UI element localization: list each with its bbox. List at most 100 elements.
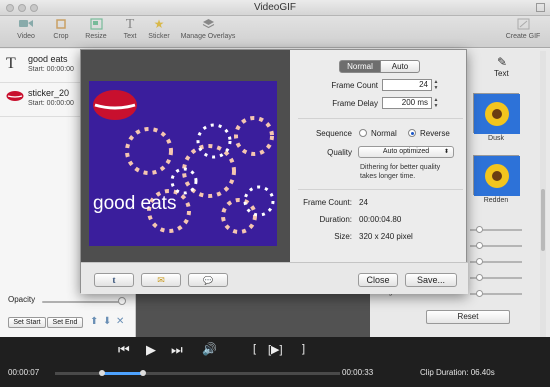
star-icon: ★ [153,17,165,31]
set-start-button[interactable]: Set Start [8,317,46,328]
preview-area: good eats [81,50,290,262]
sequence-label: Sequence [315,129,352,138]
toolbar-manage-overlays-button[interactable]: Manage Overlays [178,18,238,40]
select-arrows-icon: ⬍ [443,149,449,155]
selection-end-handle[interactable] [140,370,146,376]
set-out-point-button[interactable]: ] [302,343,305,355]
toolbar-text-button[interactable]: T Text [119,17,141,41]
lips-sticker-icon [6,89,24,107]
divider [298,189,463,190]
frame-count-label: Frame Count [331,81,378,90]
playback-bar: ⏮ ▶ ⏭ 🔊 [ [▶] ] 00:00:07 00:00:33 Clip D… [0,337,550,387]
text-icon: T [125,17,135,32]
mode-auto-tab[interactable]: Auto [380,60,420,73]
video-camera-icon [19,18,33,31]
filter-label-dusk: Dusk [488,135,504,142]
play-selection-button[interactable]: [▶] [268,343,283,356]
toolbar-sticker-button[interactable]: ★ Sticker [146,17,172,41]
adjust-slider-1-knob[interactable] [476,226,483,233]
frame-delay-field[interactable]: 200 ms [382,97,432,109]
info-duration-label: Duration: [319,215,352,224]
filter-thumb-redden[interactable] [473,155,520,196]
sequence-reverse-label: Reverse [420,129,450,138]
zoom-window-button[interactable] [30,4,38,12]
quality-select[interactable]: Auto optimized ⬍ [358,146,454,158]
toolbar-create-gif-button[interactable]: Create GIF [503,18,543,40]
mode-normal-tab[interactable]: Normal [339,60,381,73]
text-layer-icon: T [6,55,16,72]
layers-icon [201,18,215,31]
dialog-button-bar: t ✉ 💬 Close Save... [81,262,468,294]
pencil-icon[interactable]: ✎ [497,55,507,69]
opacity-label: Opacity [8,295,36,304]
move-down-icon[interactable]: ⬇ [103,316,111,327]
info-duration-value: 00:00:04.80 [359,215,402,224]
fullscreen-icon[interactable] [536,3,545,12]
opacity-slider[interactable] [42,301,122,303]
timeline-selection [102,372,142,375]
quality-hint: Dithering for better quality takes longe… [360,164,441,180]
filter-thumb-dusk[interactable] [473,93,520,134]
frame-delay-label: Frame Delay [332,99,378,108]
preview-caption: good eats [93,193,177,214]
brightness-slider-knob[interactable] [476,290,483,297]
adjust-slider-3-knob[interactable] [476,258,483,265]
sequence-reverse-radio[interactable] [408,129,416,137]
create-gif-dialog: good eats Normal Auto Frame Count 24 ▲ ▼ … [80,49,468,294]
title-bar: VideoGIF [0,0,550,16]
toolbar: Video Crop Resize T Text ★ Sticker Manag… [0,16,550,48]
resize-icon [89,18,103,31]
clip-duration: Clip Duration: 06.40s [420,368,495,377]
end-time: 00:00:33 [342,368,374,377]
quality-label: Quality [327,148,352,157]
selection-start-handle[interactable] [99,370,105,376]
previous-frame-icon[interactable]: ⏮ [118,342,130,358]
close-button[interactable]: Close [358,273,398,287]
next-frame-icon[interactable]: ⏭ [171,342,183,358]
delete-layer-icon[interactable]: ✕ [116,316,124,327]
gif-settings-form: Normal Auto Frame Count 24 ▲ ▼ Frame Dela… [290,50,468,262]
toolbar-video-button[interactable]: Video [12,18,40,40]
share-tumblr-button[interactable]: t [94,273,134,287]
divider [298,118,463,119]
mail-icon: ✉ [157,275,165,285]
info-frame-count-label: Frame Count: [303,198,352,207]
gif-preview: good eats [89,81,277,246]
info-size-label: Size: [334,232,352,241]
opacity-slider-knob[interactable] [118,297,126,305]
tumblr-icon: t [112,275,116,285]
share-message-button[interactable]: 💬 [188,273,228,287]
create-gif-icon [516,18,530,31]
toolbar-crop-button[interactable]: Crop [48,18,74,40]
filter-label-redden: Redden [483,197,509,204]
toolbar-resize-button[interactable]: Resize [82,18,110,40]
info-size-value: 320 x 240 pixel [359,232,413,241]
frame-count-stepper[interactable]: ▲ ▼ [433,79,439,91]
move-up-icon[interactable]: ⬆ [90,316,98,327]
window-title: VideoGIF [253,2,297,13]
minimize-window-button[interactable] [18,4,26,12]
share-mail-button[interactable]: ✉ [141,273,181,287]
close-window-button[interactable] [6,4,14,12]
opacity-control: Opacity [0,294,136,308]
reset-button[interactable]: Reset [426,310,510,324]
scrollbar-thumb[interactable] [541,189,545,251]
text-tab-label[interactable]: Text [494,69,509,78]
save-button[interactable]: Save... [405,273,457,287]
frame-count-field[interactable]: 24 [382,79,432,91]
info-frame-count-value: 24 [359,198,368,207]
crop-icon [54,18,68,31]
sequence-normal-radio[interactable] [359,129,367,137]
adjust-slider-2-knob[interactable] [476,242,483,249]
play-icon[interactable]: ▶ [146,342,156,358]
effects-scrollbar[interactable] [540,51,546,337]
message-icon: 💬 [203,276,213,285]
sequence-normal-label: Normal [371,129,397,138]
set-end-button[interactable]: Set End [47,317,83,328]
current-time: 00:00:07 [8,368,40,377]
set-in-point-button[interactable]: [ [253,343,256,355]
adjust-slider-4-knob[interactable] [476,274,483,281]
frame-delay-stepper[interactable]: ▲ ▼ [433,97,439,109]
timeline-scrubber[interactable] [55,370,340,376]
volume-icon[interactable]: 🔊 [202,342,217,356]
